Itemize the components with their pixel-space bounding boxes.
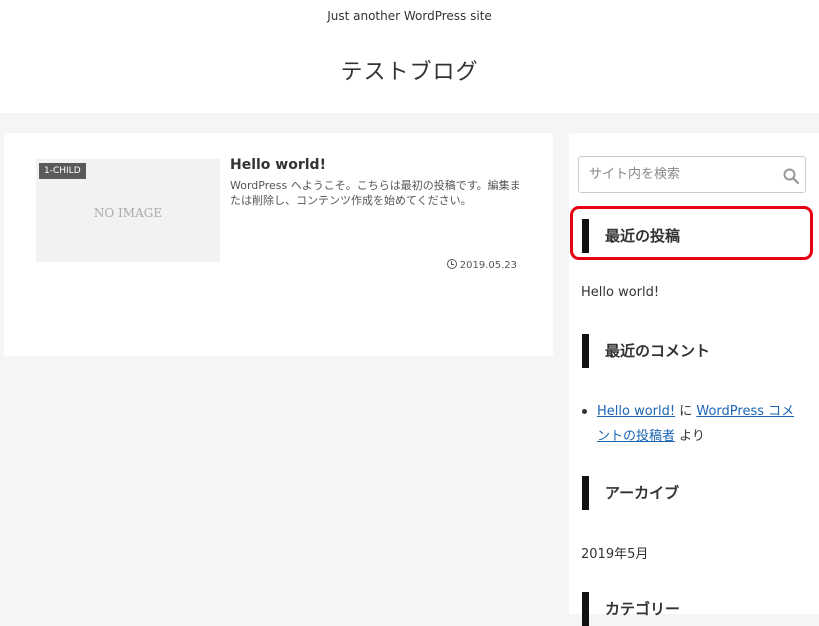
post-date: 2019.05.23 bbox=[446, 259, 517, 271]
recent-posts-heading: 最近の投稿 bbox=[582, 219, 680, 253]
recent-comments-heading: 最近のコメント bbox=[582, 334, 710, 368]
comment-post-link[interactable]: Hello world! bbox=[597, 404, 675, 419]
clock-icon bbox=[446, 259, 457, 269]
search-input[interactable] bbox=[579, 157, 769, 192]
site-header: Just another WordPress site テストブログ bbox=[0, 0, 819, 113]
post-title[interactable]: Hello world! bbox=[230, 157, 326, 173]
post-list: 1-CHILD NO IMAGE Hello world! WordPress … bbox=[4, 133, 553, 356]
archive-link[interactable]: 2019年5月 bbox=[581, 543, 648, 562]
post-thumbnail[interactable]: 1-CHILD NO IMAGE bbox=[36, 159, 220, 262]
archives-heading: アーカイブ bbox=[582, 476, 679, 510]
comment-suffix: より bbox=[675, 429, 705, 444]
categories-heading: カテゴリー bbox=[582, 592, 680, 626]
category-badge: 1-CHILD bbox=[39, 163, 86, 179]
site-tagline: Just another WordPress site bbox=[327, 9, 492, 23]
recent-post-link[interactable]: Hello world! bbox=[581, 285, 659, 300]
recent-comment-item: Hello world! に WordPress コメントの投稿者 より bbox=[582, 399, 797, 449]
search-form bbox=[578, 156, 806, 193]
post-excerpt: WordPress へようこそ。こちらは最初の投稿です。編集または削除し、コンテ… bbox=[230, 179, 521, 207]
sidebar: 最近の投稿 Hello world! 最近のコメント Hello world! … bbox=[569, 133, 819, 626]
search-icon[interactable] bbox=[783, 168, 800, 185]
no-image-placeholder: NO IMAGE bbox=[93, 206, 163, 220]
post-date-text: 2019.05.23 bbox=[459, 260, 517, 271]
site-title[interactable]: テストブログ bbox=[0, 54, 819, 86]
comment-connector: に bbox=[675, 404, 697, 419]
